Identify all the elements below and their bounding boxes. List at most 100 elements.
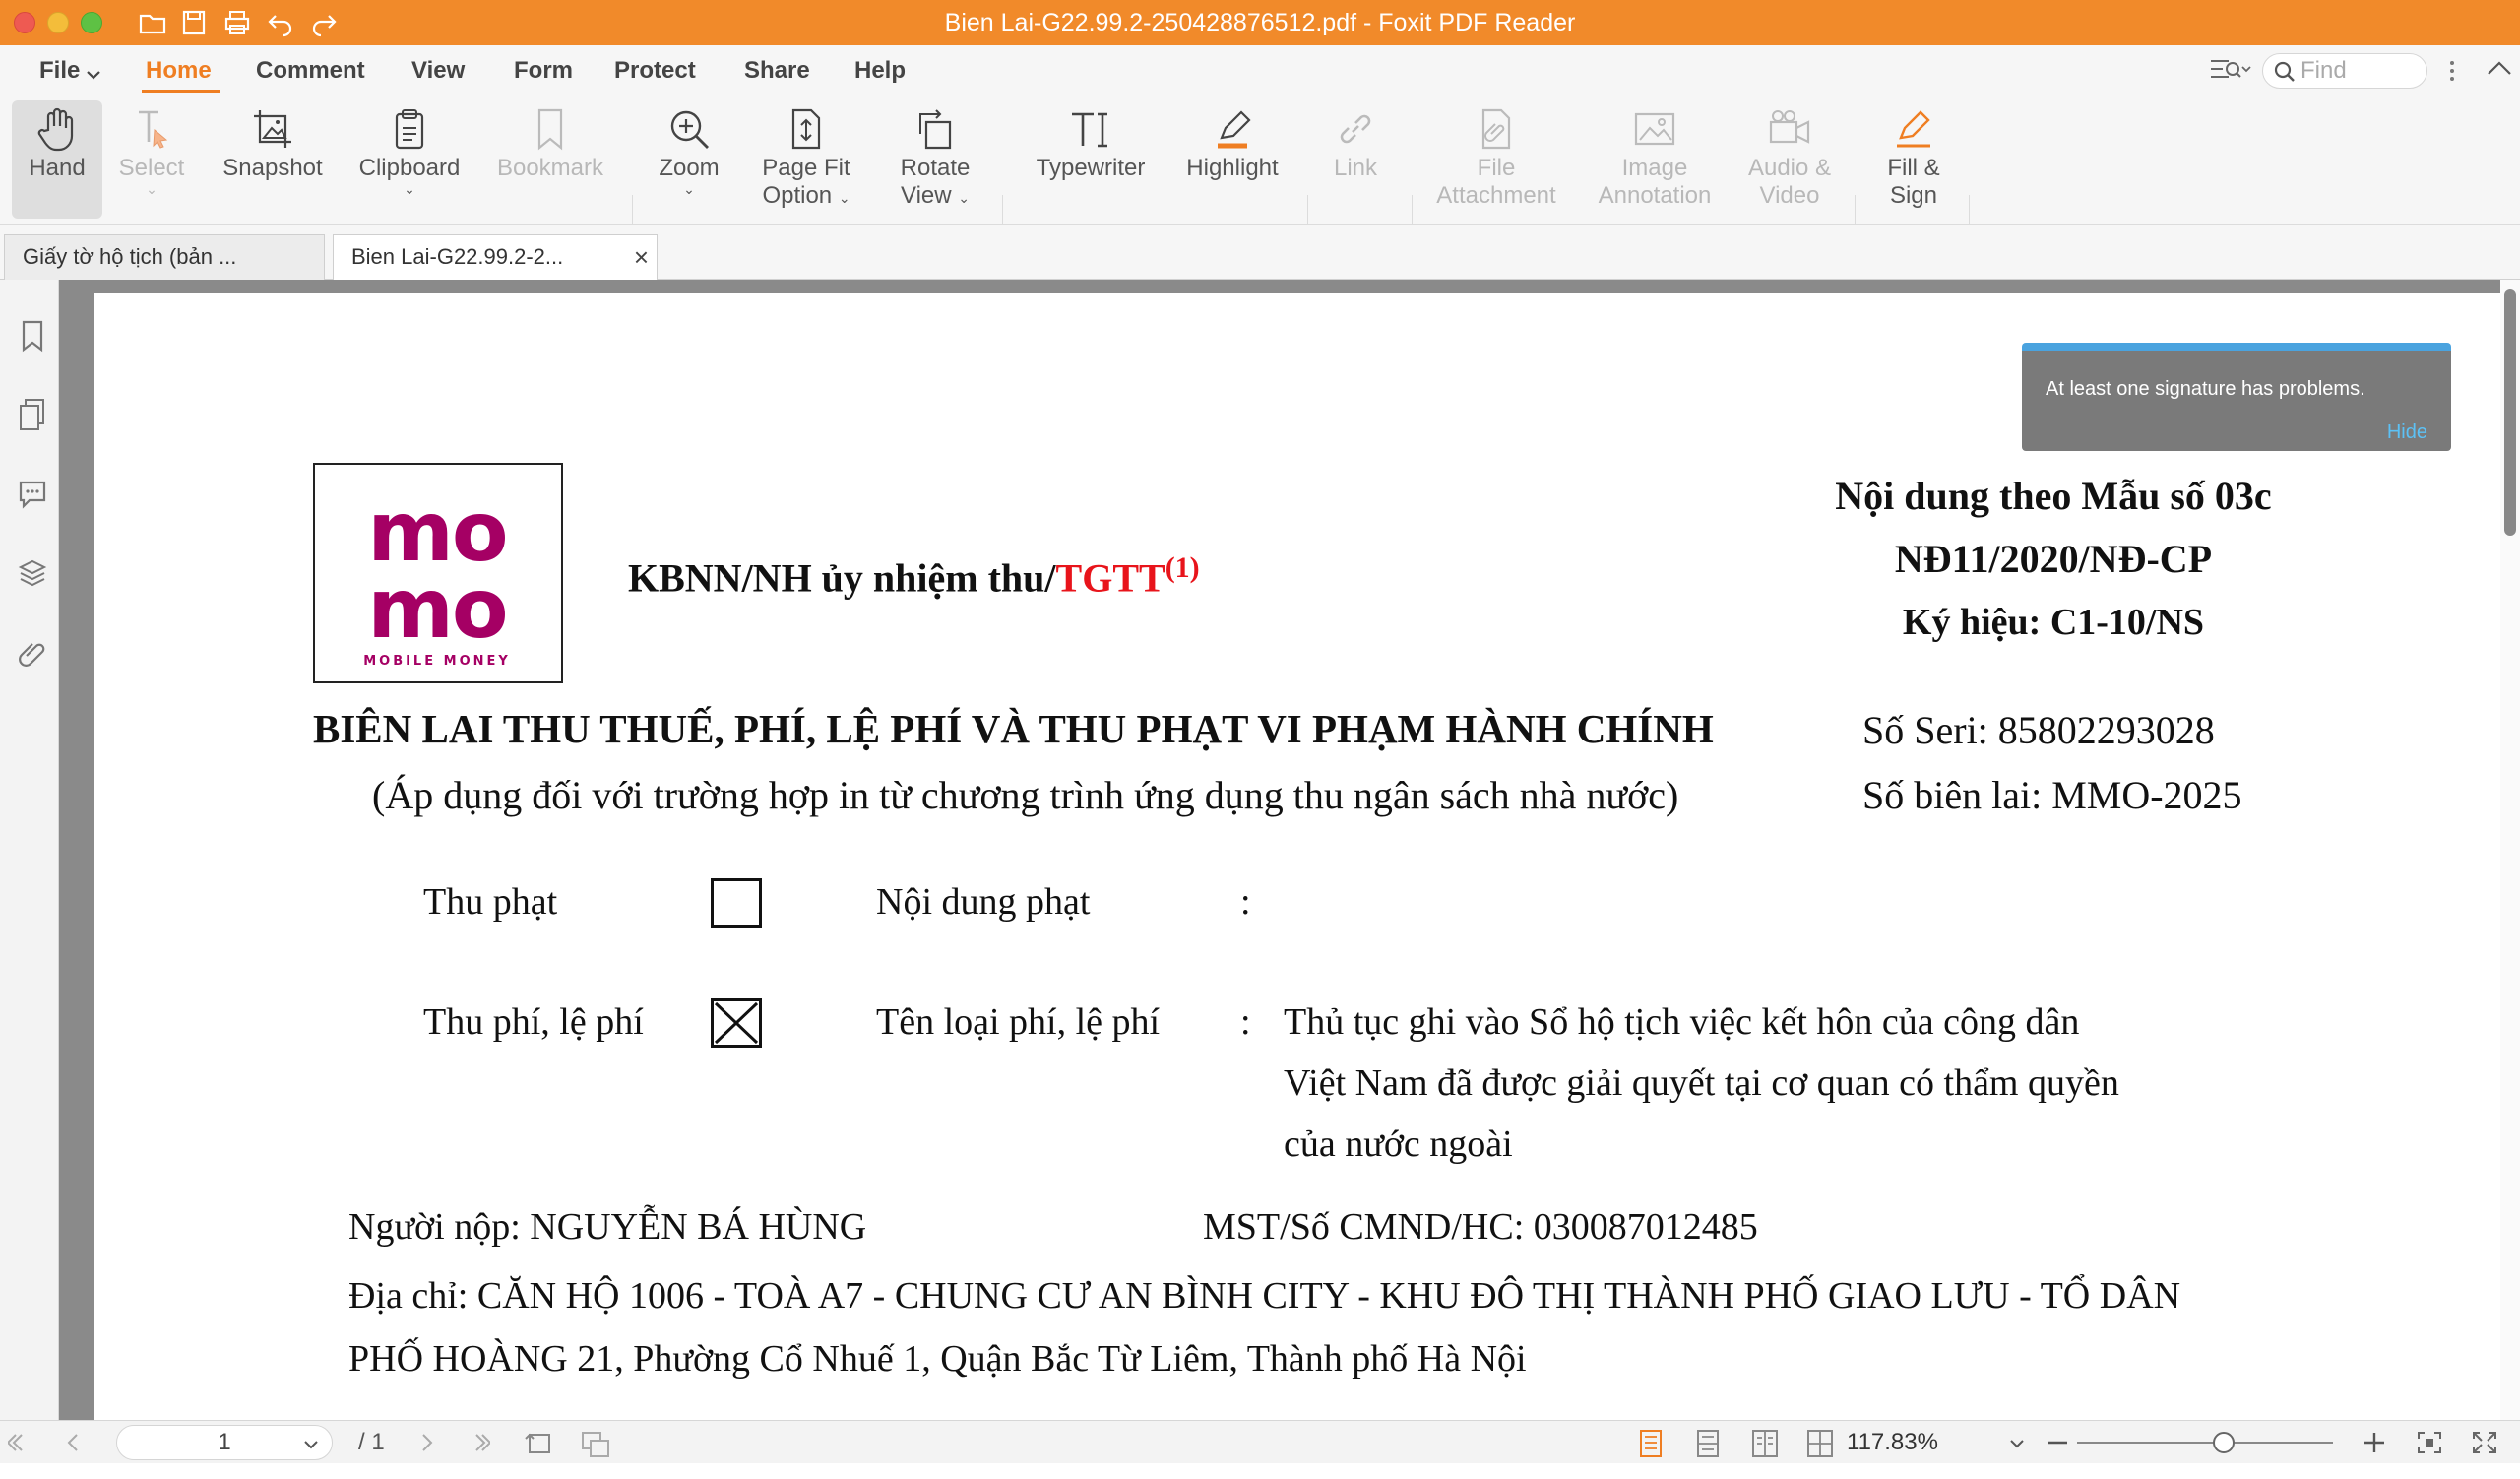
pdf-page: mo mo MOBILE MONEY KBNN/NH ủy nhiệm thu/… bbox=[94, 293, 2500, 1420]
form-symbol: Ký hiệu: C1-10/NS bbox=[1902, 602, 2205, 643]
title-bar: Bien Lai-G22.99.2-250428876512.pdf - Fox… bbox=[0, 0, 2520, 45]
highlight-button[interactable]: Highlight bbox=[1177, 100, 1288, 219]
bookmark-icon bbox=[537, 108, 563, 151]
tab-bien-lai[interactable]: Bien Lai-G22.99.2-2... × bbox=[333, 234, 658, 280]
page-total: / 1 bbox=[358, 1429, 385, 1455]
window-close-button[interactable] bbox=[14, 12, 35, 33]
zoom-in-small-icon[interactable] bbox=[2362, 1421, 2386, 1479]
zoom-in-icon bbox=[670, 110, 709, 149]
fill-and-sign-button[interactable]: Fill & Sign bbox=[1868, 100, 1959, 219]
logo-subtitle: MOBILE MONEY bbox=[363, 654, 511, 669]
zoom-out-icon[interactable] bbox=[2046, 1421, 2069, 1479]
header-left: KBNN/NH ủy nhiệm thu/TGTT(1) bbox=[628, 551, 1200, 601]
next-page-icon[interactable] bbox=[417, 1421, 437, 1479]
menu-view[interactable]: View bbox=[411, 45, 465, 95]
address-line-1: Địa chỉ: CĂN HỘ 1006 - TOÀ A7 - CHUNG CƯ… bbox=[348, 1275, 2181, 1317]
first-page-icon[interactable] bbox=[6, 1421, 28, 1479]
rotate-view-button[interactable]: Rotate View ⌄ bbox=[886, 100, 984, 219]
fee-type-value-1: Thủ tục ghi vào Sổ hộ tịch việc kết hôn … bbox=[1284, 1001, 2080, 1043]
document-viewport[interactable]: mo mo MOBILE MONEY KBNN/NH ủy nhiệm thu/… bbox=[59, 280, 2500, 1420]
collapse-ribbon-icon[interactable] bbox=[2487, 59, 2512, 77]
receipt-title: BIÊN LAI THU THUẾ, PHÍ, LỆ PHÍ VÀ THU PH… bbox=[313, 706, 1714, 751]
next-view-icon[interactable] bbox=[579, 1421, 612, 1479]
undo-icon[interactable] bbox=[266, 8, 295, 37]
chevron-down-icon bbox=[87, 67, 100, 80]
menu-share[interactable]: Share bbox=[744, 45, 810, 95]
pages-panel-icon[interactable] bbox=[18, 398, 47, 431]
signature-warning-message: At least one signature has problems. bbox=[2046, 378, 2365, 400]
image-annotation-button[interactable]: Image Annotation bbox=[1583, 100, 1727, 219]
zoom-slider-track[interactable] bbox=[2077, 1442, 2333, 1444]
facing-view-icon[interactable] bbox=[1750, 1421, 1780, 1479]
file-attachment-button[interactable]: File Attachment bbox=[1427, 100, 1565, 219]
open-folder-icon[interactable] bbox=[138, 8, 167, 37]
print-icon[interactable] bbox=[222, 8, 252, 37]
zoom-slider-knob[interactable] bbox=[2213, 1432, 2235, 1453]
typewriter-button[interactable]: Typewriter bbox=[1024, 100, 1158, 219]
menu-form[interactable]: Form bbox=[514, 45, 573, 95]
hide-notification-link[interactable]: Hide bbox=[2387, 421, 2427, 444]
redo-icon[interactable] bbox=[309, 8, 339, 37]
page-number-input[interactable]: 1 bbox=[116, 1425, 333, 1460]
window-maximize-button[interactable] bbox=[81, 12, 102, 33]
fee-type-value-3: của nước ngoài bbox=[1284, 1124, 1513, 1165]
logo-text-line-1: mo bbox=[367, 483, 508, 580]
zoom-level-select[interactable]: 117.83% bbox=[1847, 1425, 2024, 1460]
layers-panel-icon[interactable] bbox=[18, 555, 47, 589]
more-options-icon[interactable] bbox=[2447, 59, 2457, 83]
search-options-icon[interactable] bbox=[2209, 55, 2252, 85]
last-page-icon[interactable] bbox=[471, 1421, 492, 1479]
zoom-button[interactable]: Zoom ⌄ bbox=[650, 100, 728, 219]
receipt-number: Số biên lai: MMO-2025 bbox=[1862, 773, 2242, 817]
audio-video-button[interactable]: Audio & Video bbox=[1740, 100, 1839, 219]
scrollbar-thumb[interactable] bbox=[2504, 289, 2516, 536]
hand-tool-button[interactable]: Hand bbox=[12, 100, 102, 219]
fine-label: Thu phạt bbox=[423, 881, 558, 923]
chevron-down-icon bbox=[2010, 1440, 2024, 1448]
search-icon bbox=[2273, 60, 2297, 84]
attachments-panel-icon[interactable] bbox=[18, 634, 47, 668]
bookmarks-panel-icon[interactable] bbox=[18, 319, 47, 353]
tab-giay-to-ho-tich[interactable]: Giấy tờ hộ tịch (bản ... bbox=[4, 234, 325, 280]
audio-video-icon bbox=[1769, 110, 1810, 144]
fine-content-label: Nội dung phạt bbox=[876, 881, 1091, 923]
previous-view-icon[interactable] bbox=[522, 1421, 555, 1479]
vertical-scrollbar[interactable] bbox=[2500, 280, 2520, 1420]
menu-protect[interactable]: Protect bbox=[614, 45, 696, 95]
menu-file[interactable]: File bbox=[39, 45, 80, 95]
select-text-icon bbox=[139, 110, 168, 149]
close-tab-icon[interactable]: × bbox=[634, 235, 649, 279]
continuous-view-icon[interactable] bbox=[1693, 1421, 1723, 1479]
page-fit-option-button[interactable]: Page Fit Option ⌄ bbox=[748, 100, 864, 219]
payer-tax-id: MST/Số CMND/HC: 030087012485 bbox=[1203, 1206, 1758, 1248]
menu-help[interactable]: Help bbox=[854, 45, 906, 95]
window-title: Bien Lai-G22.99.2-250428876512.pdf - Fox… bbox=[944, 9, 1576, 36]
save-icon[interactable] bbox=[179, 8, 209, 37]
menu-bar: File Home Comment View Form Protect Shar… bbox=[0, 45, 2520, 95]
serial-number: Số Seri: 85802293028 bbox=[1862, 708, 2215, 752]
file-attachment-icon bbox=[1481, 108, 1511, 150]
select-tool-button[interactable]: Select ⌄ bbox=[110, 100, 193, 219]
fee-type-label: Tên loại phí, lệ phí bbox=[876, 1001, 1161, 1043]
dropdown-caret-icon: ⌄ bbox=[683, 181, 695, 197]
full-screen-icon[interactable] bbox=[2471, 1421, 2498, 1479]
comments-panel-icon[interactable] bbox=[18, 477, 47, 510]
dropdown-caret-icon: ⌄ bbox=[146, 181, 158, 197]
bookmark-button[interactable]: Bookmark bbox=[490, 100, 610, 219]
find-placeholder: Find bbox=[2300, 57, 2347, 84]
single-page-view-icon[interactable] bbox=[1636, 1421, 1666, 1479]
clipboard-button[interactable]: Clipboard ⌄ bbox=[350, 100, 469, 219]
fine-checkbox bbox=[711, 878, 762, 928]
link-button[interactable]: Link bbox=[1319, 100, 1392, 219]
find-input[interactable]: Find bbox=[2262, 53, 2427, 89]
previous-page-icon[interactable] bbox=[63, 1421, 83, 1479]
fine-content-colon: : bbox=[1240, 881, 1251, 923]
fit-page-icon[interactable] bbox=[2416, 1421, 2443, 1479]
window-minimize-button[interactable] bbox=[47, 12, 69, 33]
snapshot-button[interactable]: Snapshot bbox=[215, 100, 331, 219]
continuous-facing-view-icon[interactable] bbox=[1805, 1421, 1835, 1479]
signature-warning-toast: At least one signature has problems. Hid… bbox=[2022, 343, 2451, 451]
address-line-2: PHỐ HOÀNG 21, Phường Cổ Nhuế 1, Quận Bắc… bbox=[348, 1338, 1527, 1380]
menu-home[interactable]: Home bbox=[146, 45, 212, 95]
menu-comment[interactable]: Comment bbox=[256, 45, 365, 95]
